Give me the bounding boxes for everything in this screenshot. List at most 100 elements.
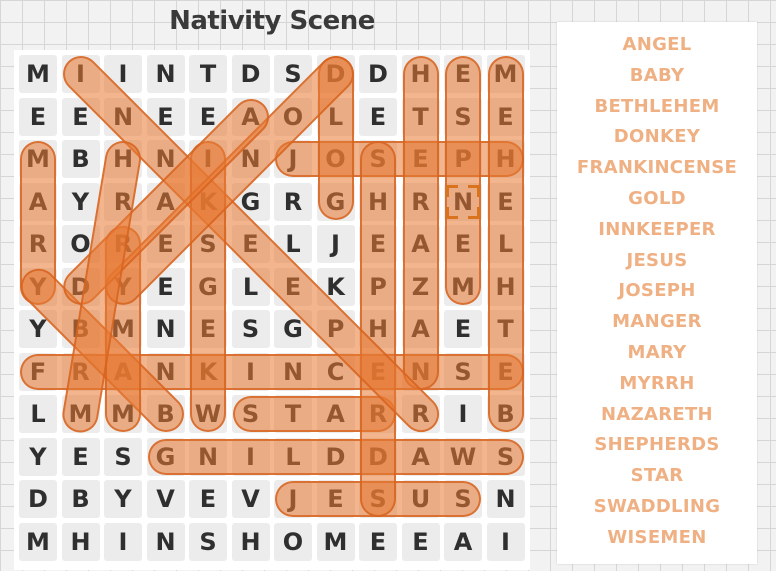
grid-cell[interactable]: E bbox=[444, 310, 482, 348]
grid-cell[interactable]: D bbox=[316, 437, 355, 476]
grid-cell[interactable]: O bbox=[274, 97, 312, 136]
grid-cell[interactable]: H bbox=[486, 140, 525, 178]
grid-cell[interactable]: B bbox=[146, 395, 185, 433]
grid-cell[interactable]: E bbox=[231, 225, 270, 263]
grid-cell[interactable]: I bbox=[189, 140, 227, 178]
grid-cell[interactable]: M bbox=[104, 310, 142, 348]
grid-cell[interactable]: G bbox=[189, 267, 227, 306]
grid-cell[interactable]: I bbox=[104, 55, 142, 93]
grid-cell[interactable]: V bbox=[146, 480, 185, 518]
grid-cell[interactable]: I bbox=[444, 395, 482, 433]
grid-cell[interactable]: R bbox=[19, 225, 57, 263]
grid-cell[interactable]: G bbox=[146, 437, 185, 476]
grid-cell[interactable]: E bbox=[189, 310, 227, 348]
grid-cell[interactable]: T bbox=[486, 310, 525, 348]
grid-cell[interactable]: R bbox=[104, 225, 142, 263]
grid-cell[interactable]: S bbox=[231, 395, 270, 433]
grid-cell[interactable]: M bbox=[104, 395, 142, 433]
grid-cell[interactable]: Y bbox=[19, 310, 57, 348]
grid-cell[interactable]: Y bbox=[104, 480, 142, 518]
grid-cell[interactable]: M bbox=[316, 522, 355, 561]
grid-cell[interactable]: E bbox=[486, 97, 525, 136]
grid-cell[interactable]: E bbox=[316, 480, 355, 518]
grid-cell[interactable]: G bbox=[274, 310, 312, 348]
grid-cell[interactable]: H bbox=[359, 310, 397, 348]
grid-cell[interactable]: W bbox=[444, 437, 482, 476]
grid-cell[interactable]: N bbox=[146, 352, 185, 391]
grid-cell[interactable]: H bbox=[61, 522, 100, 561]
grid-cell[interactable]: F bbox=[19, 352, 57, 391]
grid-cell[interactable]: E bbox=[486, 182, 525, 221]
grid-cell[interactable]: M bbox=[19, 140, 57, 178]
grid-cell[interactable]: A bbox=[401, 437, 440, 476]
grid-cell[interactable]: S bbox=[104, 437, 142, 476]
grid-cell[interactable]: Y bbox=[61, 182, 100, 221]
grid-cell[interactable]: Y bbox=[19, 267, 57, 306]
grid-cell[interactable]: K bbox=[316, 267, 355, 306]
grid-cell[interactable]: P bbox=[359, 267, 397, 306]
grid-cell[interactable]: U bbox=[401, 480, 440, 518]
grid-cell[interactable]: K bbox=[189, 182, 227, 221]
grid-cell[interactable]: N bbox=[189, 437, 227, 476]
grid-cell[interactable]: E bbox=[444, 55, 482, 93]
grid-cell[interactable]: N bbox=[146, 140, 185, 178]
grid-cell[interactable]: A bbox=[231, 97, 270, 136]
grid-cell[interactable]: O bbox=[316, 140, 355, 178]
grid-cell[interactable]: A bbox=[401, 225, 440, 263]
grid-cell[interactable]: R bbox=[274, 182, 312, 221]
grid-cell[interactable]: V bbox=[231, 480, 270, 518]
grid-cell[interactable]: L bbox=[274, 225, 312, 263]
grid-cell[interactable]: J bbox=[316, 225, 355, 263]
grid-cell[interactable]: L bbox=[486, 225, 525, 263]
grid-cell[interactable]: L bbox=[19, 395, 57, 433]
grid-cell[interactable]: E bbox=[61, 437, 100, 476]
grid-cell[interactable]: K bbox=[189, 352, 227, 391]
grid-cell[interactable]: B bbox=[61, 140, 100, 178]
grid-cell[interactable]: I bbox=[231, 437, 270, 476]
grid-cell[interactable]: O bbox=[274, 522, 312, 561]
grid-cell[interactable]: N bbox=[274, 352, 312, 391]
grid-cell[interactable]: S bbox=[189, 225, 227, 263]
grid-cell[interactable]: H bbox=[104, 140, 142, 178]
grid-cell[interactable]: D bbox=[231, 55, 270, 93]
grid-cell[interactable]: Y bbox=[104, 267, 142, 306]
grid-cell[interactable]: R bbox=[401, 395, 440, 433]
grid-cell[interactable]: E bbox=[444, 225, 482, 263]
grid-cell[interactable]: S bbox=[274, 55, 312, 93]
grid-cell[interactable]: E bbox=[359, 97, 397, 136]
grid-cell[interactable]: E bbox=[146, 97, 185, 136]
grid-cell[interactable]: E bbox=[401, 140, 440, 178]
grid-cell[interactable]: R bbox=[61, 352, 100, 391]
grid-cell[interactable]: E bbox=[401, 522, 440, 561]
grid-cell[interactable]: S bbox=[359, 480, 397, 518]
grid-cell[interactable]: H bbox=[486, 267, 525, 306]
grid-cell[interactable]: J bbox=[274, 480, 312, 518]
grid-cell[interactable]: O bbox=[61, 225, 100, 263]
grid-cell[interactable]: L bbox=[274, 437, 312, 476]
grid-cell[interactable]: D bbox=[359, 55, 397, 93]
grid-cell[interactable]: S bbox=[444, 352, 482, 391]
grid-cell[interactable]: S bbox=[444, 97, 482, 136]
grid-cell[interactable]: J bbox=[274, 140, 312, 178]
grid-cell[interactable]: M bbox=[61, 395, 100, 433]
grid-cell[interactable]: H bbox=[359, 182, 397, 221]
grid-cell[interactable]: T bbox=[274, 395, 312, 433]
grid-cell[interactable]: S bbox=[189, 522, 227, 561]
grid-cell[interactable]: R bbox=[359, 395, 397, 433]
grid-cell[interactable]: E bbox=[146, 267, 185, 306]
grid-cell[interactable]: A bbox=[146, 182, 185, 221]
grid-cell[interactable]: N bbox=[146, 310, 185, 348]
grid-cell[interactable]: Z bbox=[401, 267, 440, 306]
grid-cell[interactable]: N bbox=[146, 55, 185, 93]
grid-cell[interactable]: N bbox=[444, 182, 482, 221]
grid-cell[interactable]: B bbox=[486, 395, 525, 433]
grid-cell[interactable]: L bbox=[316, 97, 355, 136]
grid-cell[interactable]: E bbox=[19, 97, 57, 136]
grid-cell[interactable]: D bbox=[359, 437, 397, 476]
grid-cell[interactable]: A bbox=[316, 395, 355, 433]
grid-cell[interactable]: A bbox=[401, 310, 440, 348]
grid-cell[interactable]: M bbox=[19, 55, 57, 93]
grid-cell[interactable]: S bbox=[231, 310, 270, 348]
grid-cell[interactable]: E bbox=[359, 225, 397, 263]
grid-cell[interactable]: I bbox=[61, 55, 100, 93]
